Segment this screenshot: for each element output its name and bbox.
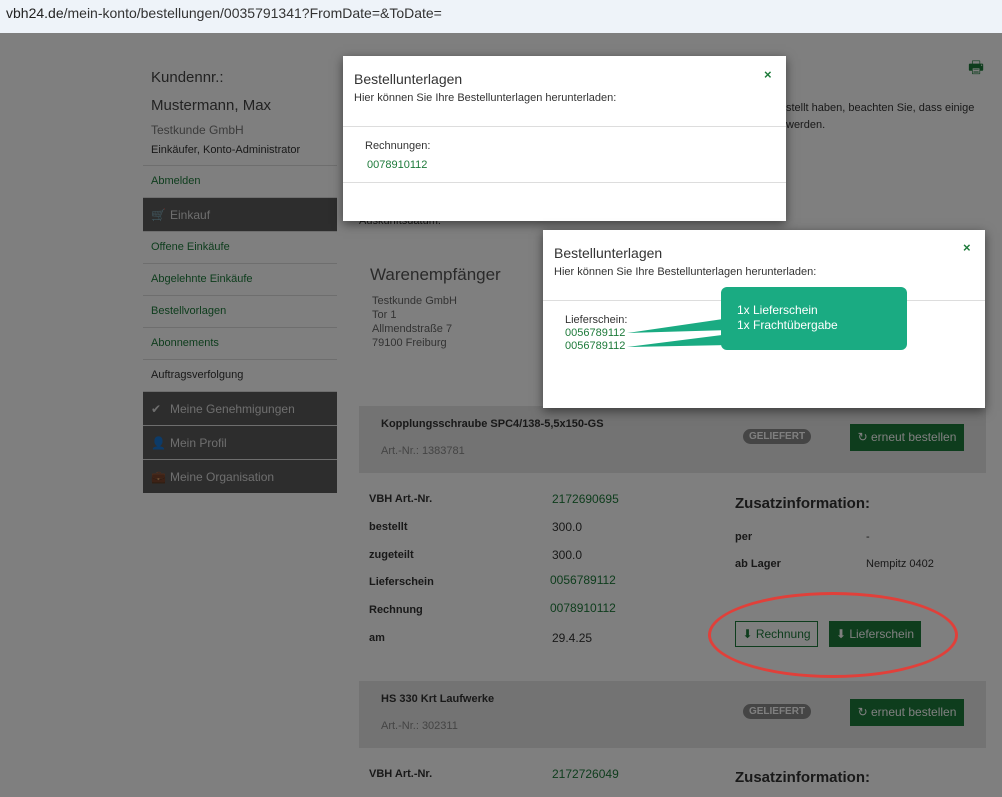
callout-pointer-upper [627,318,730,333]
callout-line2: 1x Frachtübergabe [737,318,838,332]
callout-line1: 1x Lieferschein [737,303,818,317]
callout-pointer [627,318,730,347]
callout-annotation: 1x Lieferschein 1x Frachtübergabe [721,287,907,350]
callout-pointer-lower [627,334,730,347]
